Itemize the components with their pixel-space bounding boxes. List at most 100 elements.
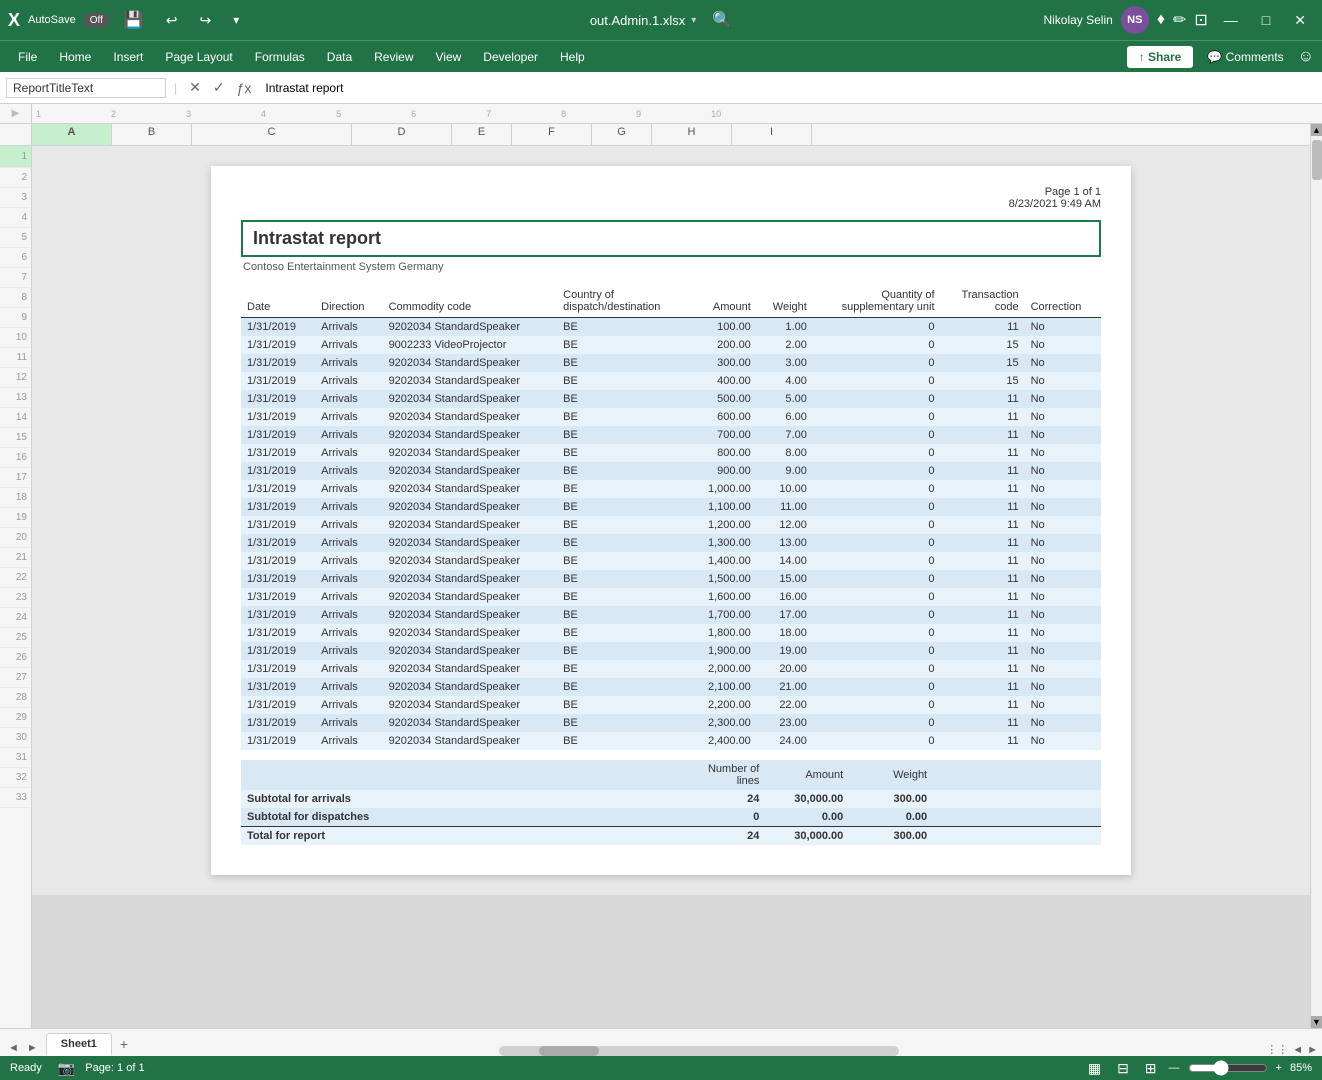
confirm-formula-button[interactable]: ✓: [209, 77, 229, 98]
title-bar: X AutoSave Off 💾 ↩ ↪ ▾ out.Admin.1.xlsx …: [0, 0, 1322, 40]
total-amount: 30,000.00: [765, 827, 849, 846]
spreadsheet-columns-area: A B C D E F G H I Page 1 of 1 8/23/2021 …: [32, 124, 1310, 1028]
col-header-a[interactable]: A: [32, 124, 112, 145]
row-6: 6: [0, 248, 31, 268]
table-row: 1/31/2019Arrivals9202034 StandardSpeaker…: [241, 678, 1101, 696]
save-button[interactable]: 💾: [117, 6, 151, 34]
undo-button[interactable]: ↩: [159, 8, 185, 33]
cancel-formula-button[interactable]: ✕: [185, 77, 205, 98]
zoom-slider[interactable]: [1188, 1060, 1268, 1076]
sheet-tabs-bar: ◄ ► Sheet1 + ⋮⋮ ◄ ►: [0, 1028, 1322, 1056]
table-row: 1/31/2019Arrivals9202034 StandardSpeaker…: [241, 372, 1101, 390]
bottom-scrollbar-area: [136, 1046, 1262, 1056]
row-33: 33: [0, 788, 31, 808]
row-19: 19: [0, 508, 31, 528]
ruler-ticks: 1 2 3 4 5 6 7 8 9 10: [32, 104, 1322, 123]
subtotal-dispatches-row: Subtotal for dispatches 0 0.00 0.00: [241, 808, 1101, 827]
menu-file[interactable]: File: [8, 46, 47, 68]
sheet-scroll-right-button[interactable]: ►: [23, 1040, 42, 1056]
app-window: X AutoSave Off 💾 ↩ ↪ ▾ out.Admin.1.xlsx …: [0, 0, 1322, 1080]
sheet-tab-sheet1[interactable]: Sheet1: [46, 1033, 112, 1056]
ribbon-dropdown-button[interactable]: ▾: [226, 9, 246, 31]
menu-page-layout[interactable]: Page Layout: [155, 46, 242, 68]
col-header-c[interactable]: C: [192, 124, 352, 145]
col-header-h[interactable]: H: [652, 124, 732, 145]
col-header-b[interactable]: B: [112, 124, 192, 145]
feedback-icon[interactable]: ☺: [1298, 48, 1314, 66]
filename-dropdown-icon[interactable]: ▾: [691, 15, 696, 26]
row-2: 2: [0, 168, 31, 188]
page-break-view-button[interactable]: ⊞: [1141, 1058, 1161, 1079]
excel-logo-icon: X: [8, 10, 20, 31]
add-sheet-button[interactable]: +: [112, 1032, 136, 1056]
col-header-d[interactable]: D: [352, 124, 452, 145]
horizontal-scrollbar-thumb[interactable]: [539, 1046, 599, 1056]
menu-data[interactable]: Data: [317, 46, 362, 68]
table-row: 1/31/2019Arrivals9202034 StandardSpeaker…: [241, 624, 1101, 642]
autosave-toggle[interactable]: Off: [84, 13, 109, 28]
table-row: 1/31/2019Arrivals9202034 StandardSpeaker…: [241, 480, 1101, 498]
total-weight: 300.00: [849, 827, 933, 846]
scrollbar-thumb[interactable]: [1312, 140, 1322, 180]
close-button[interactable]: ✕: [1286, 12, 1314, 29]
page-content-scroll[interactable]: Page 1 of 1 8/23/2021 9:49 AM Intrastat …: [32, 146, 1310, 1028]
th-weight: Weight: [757, 285, 813, 318]
summary-header-weight: Weight: [849, 760, 933, 790]
name-box-input[interactable]: [6, 78, 166, 98]
menu-review[interactable]: Review: [364, 46, 423, 68]
th-country: Country ofdispatch/destination: [557, 285, 690, 318]
window-toggle-icon[interactable]: ⊡: [1194, 10, 1207, 30]
comments-button[interactable]: 💬 Comments: [1197, 46, 1293, 68]
subtotal-arrivals-weight: 300.00: [849, 790, 933, 808]
row-26: 26: [0, 648, 31, 668]
horizontal-scrollbar-track[interactable]: [499, 1046, 899, 1056]
redo-button[interactable]: ↪: [193, 8, 219, 33]
normal-view-button[interactable]: ▦: [1084, 1058, 1105, 1079]
maximize-button[interactable]: □: [1254, 12, 1278, 28]
col-header-f[interactable]: F: [512, 124, 592, 145]
col-header-g[interactable]: G: [592, 124, 652, 145]
sheet-scroll-left-button[interactable]: ◄: [4, 1040, 23, 1056]
minimize-button[interactable]: —: [1216, 12, 1246, 28]
row-number-list: 1 2 3 4 5 6 7 8 9 10 11 12 13 14 15 16 1…: [0, 146, 31, 808]
scroll-down-button[interactable]: ▼: [1311, 1016, 1322, 1028]
title-bar-left: X AutoSave Off 💾 ↩ ↪ ▾: [8, 6, 438, 34]
pen-icon[interactable]: ✏: [1173, 10, 1186, 30]
menu-developer[interactable]: Developer: [473, 46, 548, 68]
formula-input[interactable]: [259, 79, 1316, 97]
scroll-up-button[interactable]: ▲: [1311, 124, 1322, 136]
scroll-tab-right-icon[interactable]: ►: [1307, 1044, 1318, 1056]
table-row: 1/31/2019Arrivals9002233 VideoProjectorB…: [241, 336, 1101, 354]
row-1: 1: [0, 146, 31, 168]
scroll-tab-left-icon[interactable]: ◄: [1292, 1044, 1303, 1056]
zoom-minus-icon[interactable]: —: [1169, 1062, 1180, 1074]
th-transaction-code: Transactioncode: [941, 285, 1025, 318]
menu-home[interactable]: Home: [49, 46, 101, 68]
sheet-tabs-right: ⋮⋮ ◄ ►: [1262, 1043, 1322, 1056]
col-header-e[interactable]: E: [452, 124, 512, 145]
row-16: 16: [0, 448, 31, 468]
menu-view[interactable]: View: [426, 46, 472, 68]
col-header-i[interactable]: I: [732, 124, 812, 145]
share-button[interactable]: ↑ Share: [1127, 46, 1194, 68]
spreadsheet-area: 1 2 3 4 5 6 7 8 9 10 11 12 13 14 15 16 1…: [0, 124, 1322, 1028]
page-layout-view-button[interactable]: ⊟: [1113, 1058, 1133, 1079]
table-row: 1/31/2019Arrivals9202034 StandardSpeaker…: [241, 660, 1101, 678]
ready-status: Ready: [10, 1062, 42, 1074]
scrollbar-track[interactable]: [1311, 136, 1322, 1016]
camera-icon[interactable]: 📷: [58, 1060, 75, 1077]
menu-formulas[interactable]: Formulas: [245, 46, 315, 68]
sheet-options-icon[interactable]: ⋮⋮: [1266, 1043, 1288, 1056]
zoom-plus-icon[interactable]: +: [1276, 1062, 1282, 1074]
diamond-icon[interactable]: ♦: [1157, 11, 1165, 29]
menu-insert[interactable]: Insert: [103, 46, 153, 68]
vertical-scrollbar[interactable]: ▲ ▼: [1310, 124, 1322, 1028]
table-row: 1/31/2019Arrivals9202034 StandardSpeaker…: [241, 426, 1101, 444]
report-title: Intrastat report: [241, 220, 1101, 257]
menu-help[interactable]: Help: [550, 46, 595, 68]
table-row: 1/31/2019Arrivals9202034 StandardSpeaker…: [241, 552, 1101, 570]
search-icon[interactable]: 🔍: [712, 10, 732, 30]
row-col-corner: [0, 124, 31, 146]
subtotal-arrivals-amount: 30,000.00: [765, 790, 849, 808]
insert-function-button[interactable]: ƒx: [233, 78, 256, 98]
